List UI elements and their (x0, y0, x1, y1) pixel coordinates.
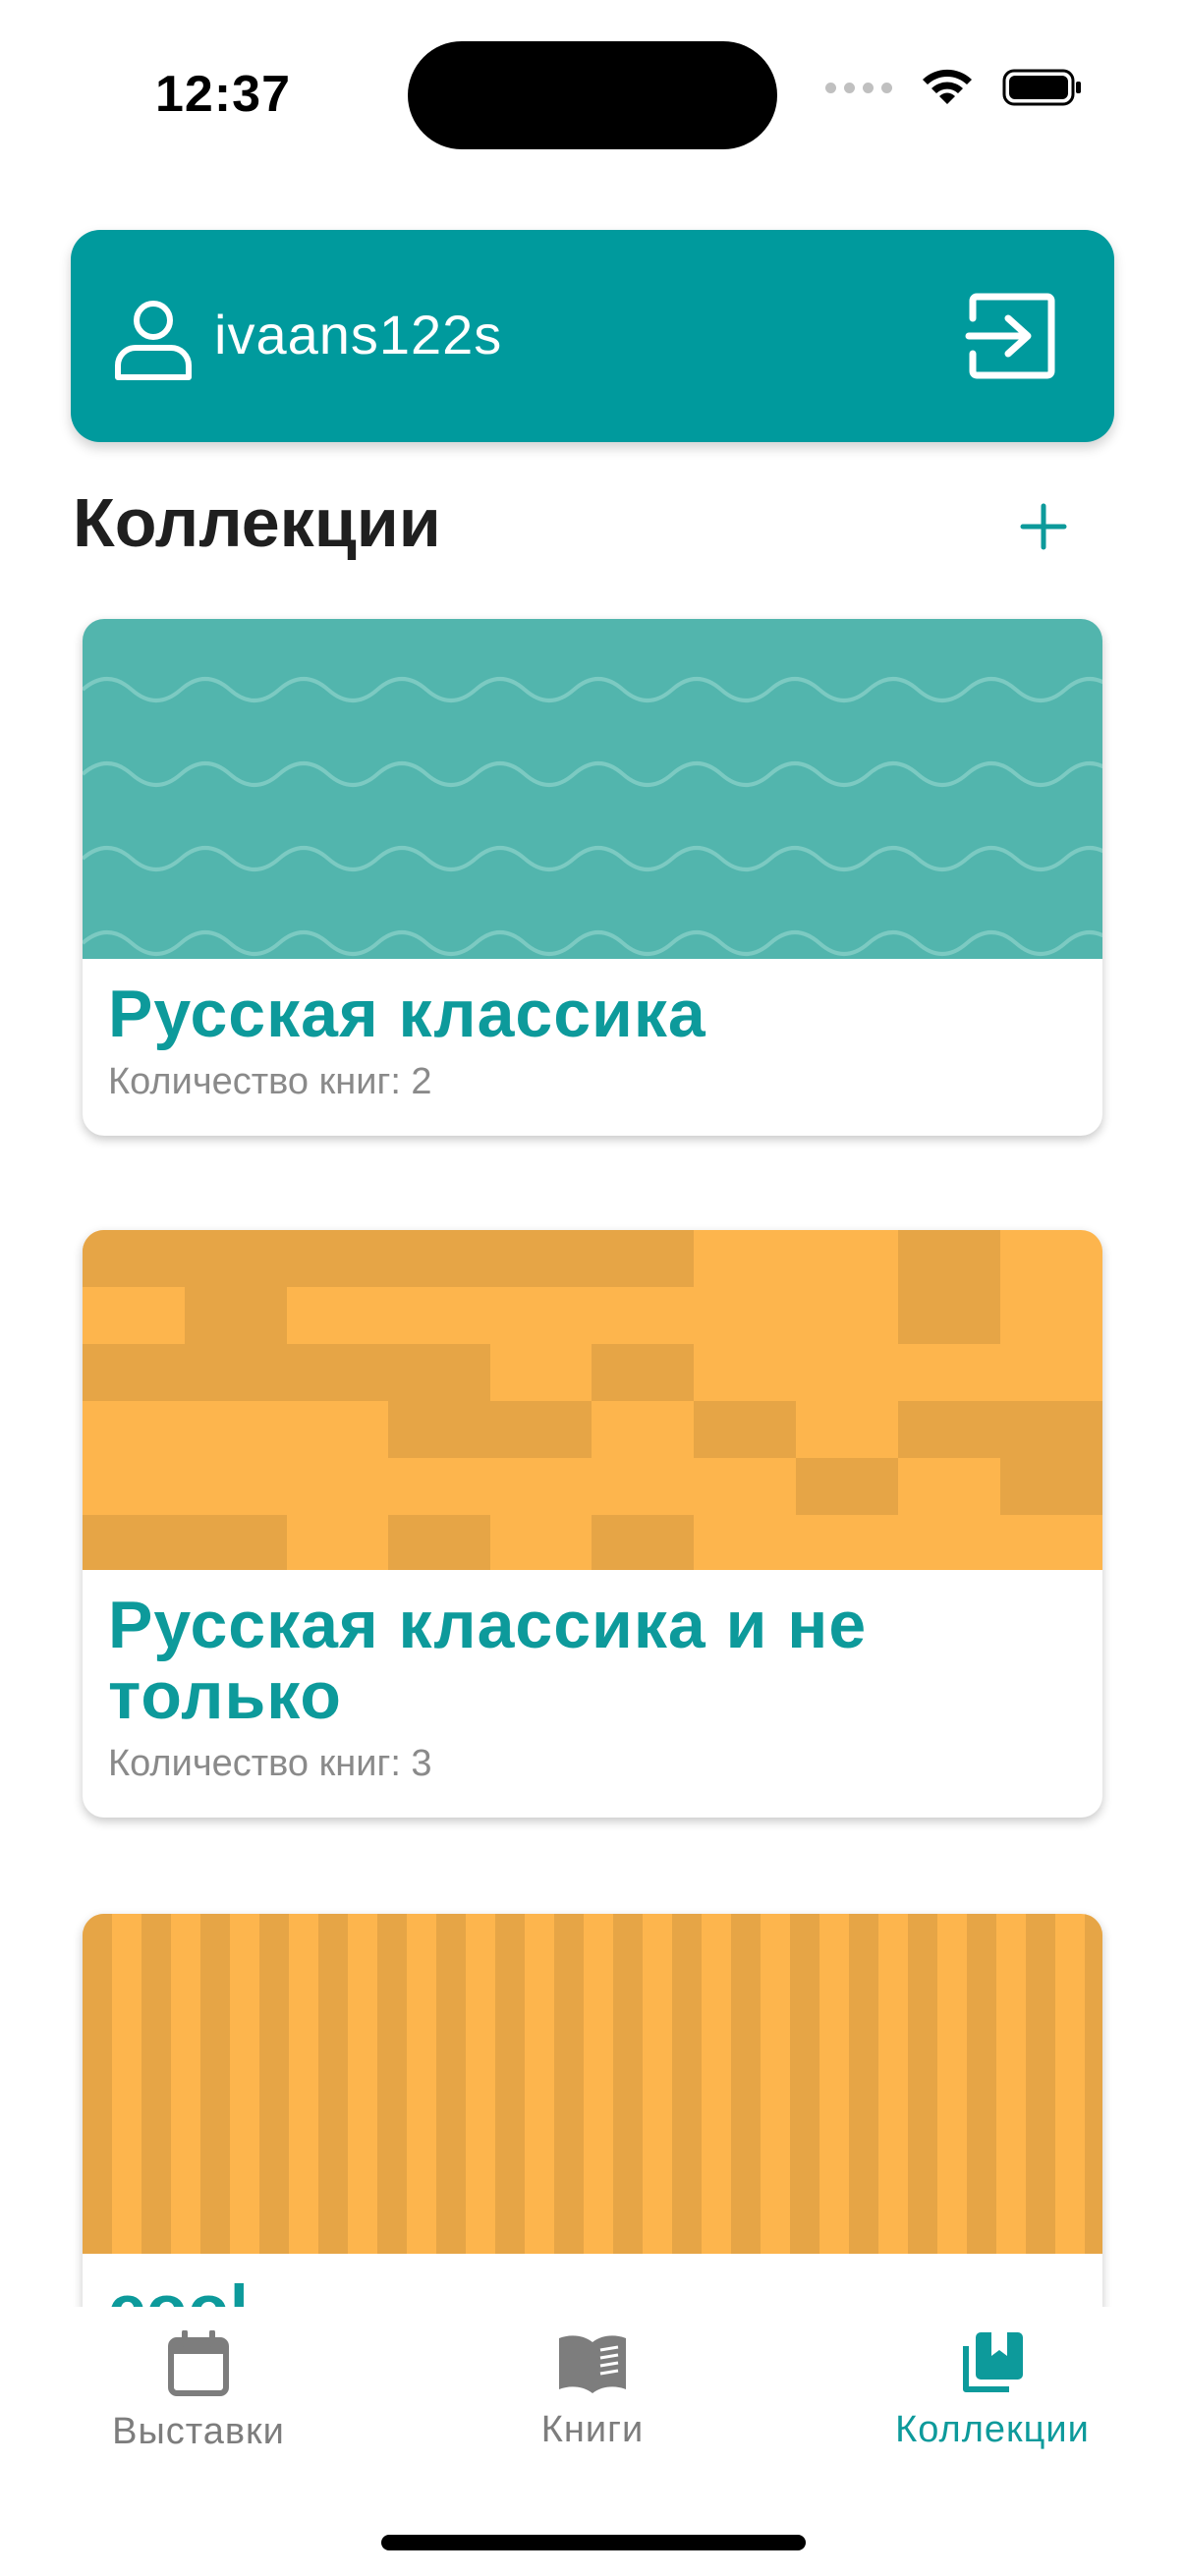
calendar-icon (168, 2330, 229, 2396)
battery-icon (1002, 69, 1081, 106)
collection-title: Русская классика (108, 977, 706, 1051)
add-collection-button[interactable] (1008, 491, 1079, 562)
status-time: 12:37 (155, 66, 291, 123)
collection-count: Количество книг: 3 (108, 1743, 432, 1785)
collection-cover-image (83, 1914, 1102, 2254)
collection-count: Количество книг: 2 (108, 1061, 432, 1103)
tab-collections[interactable]: Коллекции (845, 2330, 1140, 2451)
home-indicator (381, 2535, 806, 2550)
username: ivaans122s (214, 304, 503, 365)
collection-cover-image (83, 619, 1102, 959)
section-title: Коллекции (73, 484, 441, 561)
logout-button[interactable] (965, 289, 1059, 383)
tab-label: Книги (540, 2409, 645, 2450)
wifi-icon (923, 69, 972, 104)
collection-cover-image (83, 1230, 1102, 1570)
user-icon (115, 301, 192, 380)
collection-card[interactable]: Русская классика и не только Количество … (83, 1230, 1102, 1818)
tab-label: Выставки (112, 2411, 285, 2452)
status-icons (825, 67, 1083, 108)
tab-exhibitions[interactable]: Выставки (51, 2330, 346, 2453)
collections-icon (963, 2332, 1023, 2392)
plus-icon (1020, 503, 1067, 550)
logout-icon (965, 293, 1055, 379)
tab-label: Коллекции (895, 2409, 1090, 2450)
book-open-icon (559, 2335, 626, 2393)
user-card: ivaans122s (71, 230, 1114, 442)
tab-books[interactable]: Книги (445, 2330, 740, 2451)
collection-card[interactable]: Русская классика Количество книг: 2 (83, 619, 1102, 1136)
collection-title: Русская классика и не только (108, 1588, 868, 1734)
dynamic-island (408, 41, 777, 149)
status-bar: 12:37 (0, 0, 1185, 187)
cellular-signal-icon (825, 82, 892, 93)
